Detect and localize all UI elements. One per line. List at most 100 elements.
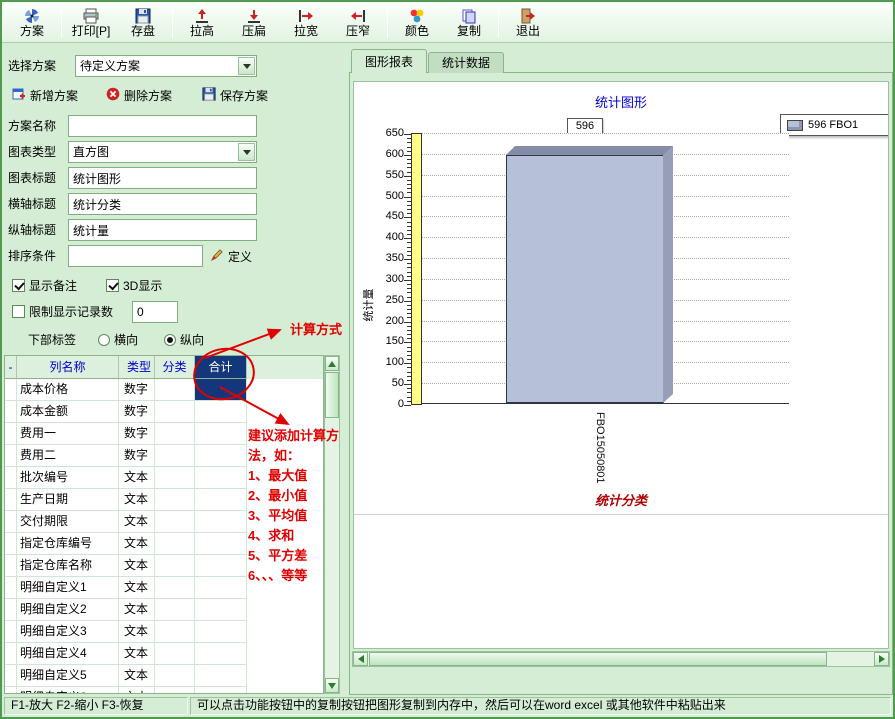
total-cell[interactable] [195, 643, 247, 665]
total-cell[interactable] [195, 401, 247, 423]
axis-tick-mark [404, 405, 411, 406]
category-cell [155, 621, 195, 643]
table-row[interactable]: 明细自定义2文本 [5, 599, 323, 621]
plan-name-input[interactable] [68, 115, 257, 137]
axis-tick-mark [407, 142, 411, 143]
scrollbar-thumb[interactable] [369, 652, 827, 666]
type-cell: 数字 [119, 423, 155, 445]
axis-tick-mark [407, 392, 411, 393]
total-cell[interactable] [195, 577, 247, 599]
legend-label: 596 FBO1 [808, 119, 858, 131]
toolbar-button-stretch[interactable]: 拉高 [176, 4, 228, 41]
total-cell[interactable] [195, 555, 247, 577]
header-column-name[interactable]: 列名称 [17, 356, 119, 379]
sort-condition-input[interactable] [68, 245, 203, 267]
annotation-text-line: 4、求和 [248, 526, 349, 546]
scroll-right-button[interactable] [874, 652, 889, 666]
scroll-up-button[interactable] [325, 356, 339, 371]
toolbar-button-label: 退出 [516, 25, 540, 37]
print-icon [83, 7, 99, 24]
row-selector-cell [5, 467, 17, 489]
header-type[interactable]: 类型 [119, 356, 155, 379]
chart-title-input[interactable] [68, 167, 257, 189]
arrow-right-icon [879, 655, 885, 663]
total-cell[interactable] [195, 665, 247, 687]
y-axis-title-input[interactable] [68, 219, 257, 241]
show-note-checkbox[interactable]: 显示备注 [12, 277, 77, 294]
table-row[interactable]: 明细自定义5文本 [5, 665, 323, 687]
radio-horizontal[interactable]: 横向 [98, 331, 138, 348]
chart-type-combobox[interactable]: 直方图 [68, 141, 257, 163]
scroll-left-button[interactable] [353, 652, 368, 666]
radio-icon[interactable] [164, 334, 176, 346]
checkbox-icon[interactable] [12, 305, 25, 318]
axis-tick-mark [407, 242, 411, 243]
total-cell[interactable] [195, 621, 247, 643]
axis-tick-mark [407, 159, 411, 160]
save-plan-button[interactable]: 保存方案 [202, 85, 268, 105]
x-axis-title-input[interactable] [68, 193, 257, 215]
total-cell[interactable] [195, 467, 247, 489]
radio-icon[interactable] [98, 334, 110, 346]
radio-vertical[interactable]: 纵向 [164, 331, 204, 348]
chart-title-label: 图表标题 [8, 167, 56, 189]
limit-records-checkbox[interactable]: 限制显示记录数 [12, 303, 113, 320]
toolbar-button-save[interactable]: 存盘 [117, 4, 169, 41]
tab-statistics-data[interactable]: 统计数据 [428, 52, 504, 73]
type-cell: 文本 [119, 511, 155, 533]
show-3d-checkbox[interactable]: 3D显示 [106, 277, 162, 294]
axis-tick-mark [407, 317, 411, 318]
x-axis-title-label: 横轴标题 [8, 193, 56, 215]
chevron-down-icon [243, 150, 251, 155]
toolbar-button-exit[interactable]: 退出 [502, 4, 554, 41]
scroll-down-button[interactable] [325, 678, 339, 693]
toolbar-button-plan[interactable]: 方案 [6, 4, 58, 41]
toolbar-button-print[interactable]: 打印[P] [65, 4, 117, 41]
y-tick-label: 0 [398, 398, 404, 410]
checkbox-icon[interactable] [106, 279, 119, 292]
tab-graph-report[interactable]: 图形报表 [351, 49, 427, 73]
limit-records-input[interactable] [132, 301, 178, 323]
annotation-calc-method: 计算方式 [290, 319, 342, 338]
table-row[interactable]: 明细自定义4文本 [5, 643, 323, 665]
axis-tick-mark [404, 342, 411, 343]
header-category[interactable]: 分类 [155, 356, 195, 379]
total-cell[interactable] [195, 423, 247, 445]
axis-tick-mark [404, 134, 411, 135]
delete-plan-button[interactable]: 删除方案 [106, 85, 172, 105]
total-cell[interactable] [195, 599, 247, 621]
plan-name-label: 方案名称 [8, 115, 56, 137]
plan-combobox[interactable]: 待定义方案 [75, 55, 257, 77]
add-plan-button[interactable]: 新增方案 [12, 85, 78, 105]
toolbar-button-widen[interactable]: 拉宽 [280, 4, 332, 41]
table-row[interactable]: 成本金额数字 [5, 401, 323, 423]
chart-type-arrow[interactable] [238, 143, 255, 161]
total-cell[interactable] [195, 489, 247, 511]
delete-plan-label: 删除方案 [124, 87, 172, 104]
toolbar-button-flatten[interactable]: 压扁 [228, 4, 280, 41]
toolbar-button-color[interactable]: 颜色 [391, 4, 443, 41]
horizontal-scrollbar[interactable] [352, 651, 890, 667]
chart-type-label: 图表类型 [8, 141, 56, 163]
total-cell[interactable] [195, 445, 247, 467]
total-cell[interactable] [195, 511, 247, 533]
axis-tick-mark [407, 147, 411, 148]
toolbar-button-narrow[interactable]: 压窄 [332, 4, 384, 41]
total-cell[interactable] [195, 687, 247, 694]
scrollbar-thumb[interactable] [325, 372, 339, 418]
total-cell[interactable] [195, 533, 247, 555]
chart-legend: 596 FBO1 [780, 114, 889, 136]
axis-tick-mark [407, 334, 411, 335]
total-cell[interactable] [195, 379, 247, 401]
table-row[interactable]: 明细自定义6文本 [5, 687, 323, 694]
toolbar-button-copy[interactable]: 复制 [443, 4, 495, 41]
axis-tick-mark [407, 330, 411, 331]
checkbox-icon[interactable] [12, 279, 25, 292]
axis-tick-mark [407, 263, 411, 264]
table-row[interactable]: 明细自定义3文本 [5, 621, 323, 643]
category-cell [155, 445, 195, 467]
define-button[interactable]: 定义 [210, 246, 252, 266]
table-row[interactable]: 成本价格数字 [5, 379, 323, 401]
plan-combobox-arrow[interactable] [238, 57, 255, 75]
header-total[interactable]: 合计 [195, 356, 247, 379]
